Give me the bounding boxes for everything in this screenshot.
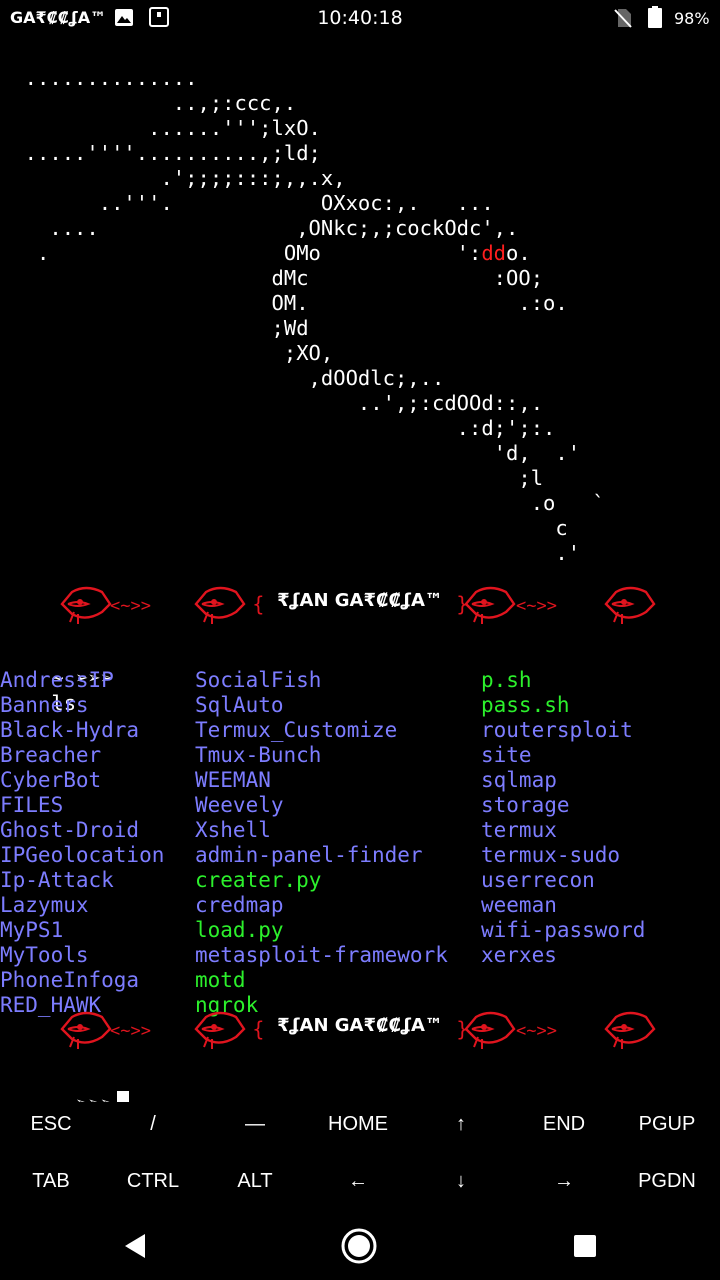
key-left[interactable]: ← bbox=[307, 1152, 409, 1210]
ascii-line: ;l bbox=[0, 466, 544, 490]
executable-entry: pass.sh bbox=[481, 693, 570, 717]
executable-entry: creater.py bbox=[195, 868, 322, 892]
directory-entry: Ghost-Droid bbox=[0, 818, 140, 842]
ascii-line: .o ` bbox=[0, 491, 605, 515]
key-slash[interactable]: / bbox=[102, 1095, 204, 1153]
back-icon[interactable] bbox=[115, 1226, 155, 1266]
navigation-bar bbox=[0, 1212, 720, 1280]
home-icon[interactable] bbox=[339, 1226, 379, 1266]
directory-entry: Ip-Attack bbox=[0, 868, 114, 892]
directory-entry: Termux_Customize bbox=[195, 718, 398, 742]
ascii-line-tail: o. bbox=[506, 241, 531, 265]
banner-text: ₹ʆAN GA₹₡₡ʆA™ bbox=[277, 590, 443, 611]
ascii-line: . OMo ': bbox=[0, 241, 482, 265]
listing-column-1: AndressIP Banners Black-Hydra Breacher Cyber… bbox=[0, 668, 164, 1018]
directory-entry: admin-panel-finder bbox=[195, 843, 423, 867]
key-dash[interactable]: — bbox=[204, 1095, 306, 1153]
directory-entry: metasploit-framework bbox=[195, 943, 448, 967]
directory-entry: SqlAuto bbox=[195, 693, 284, 717]
ascii-line: ,dOOdlc;,.. bbox=[0, 366, 445, 390]
key-esc[interactable]: ESC bbox=[0, 1095, 102, 1153]
banner-top: <~>>{} <~>> ₹ʆAN GA₹₡₡ʆA™ bbox=[60, 582, 660, 626]
directory-entry: Weevely bbox=[195, 793, 284, 817]
executable-entry: load.py bbox=[195, 918, 284, 942]
ascii-line: OM. .:o. bbox=[0, 291, 568, 315]
status-bar: GA₹₡₡ʆA™ 10:40:18 98% bbox=[0, 0, 720, 38]
directory-entry: Breacher bbox=[0, 743, 102, 767]
banner-bottom: <~>>{} <~>> ₹ʆAN GA₹₡₡ʆA™ bbox=[60, 1007, 660, 1051]
ascii-line: .';;;;:::;,,.x, bbox=[0, 166, 346, 190]
directory-entry: Banners bbox=[0, 693, 89, 717]
directory-entry: WEEMAN bbox=[195, 768, 271, 792]
ascii-line: ..'''. OXxoc:,. ... bbox=[0, 191, 494, 215]
key-up[interactable]: ↑ bbox=[410, 1095, 512, 1153]
ascii-line: c bbox=[0, 516, 568, 540]
directory-entry: MyPS1 bbox=[0, 918, 64, 942]
ascii-line: ..,;:ccc,. bbox=[0, 91, 297, 115]
listing-column-3: p.sh pass.sh routersploit site sqlmap storage… bbox=[481, 668, 645, 968]
directory-entry: storage bbox=[481, 793, 570, 817]
executable-entry: motd bbox=[195, 968, 246, 992]
extra-keys-bar: ESC / — HOME ↑ END PGUP TAB CTRL ALT ← ↓… bbox=[0, 1095, 720, 1211]
clock: 10:40:18 bbox=[317, 7, 403, 29]
directory-entry: SocialFish bbox=[195, 668, 322, 692]
directory-entry: Xshell bbox=[195, 818, 271, 842]
key-ctrl[interactable]: CTRL bbox=[102, 1152, 204, 1210]
recents-icon[interactable] bbox=[565, 1226, 605, 1266]
ascii-line: .....''''..........,;ld; bbox=[0, 141, 321, 165]
key-pgdn[interactable]: PGDN bbox=[616, 1152, 718, 1210]
key-home[interactable]: HOME bbox=[307, 1095, 409, 1153]
key-pgup[interactable]: PGUP bbox=[616, 1095, 718, 1153]
directory-entry: termux-sudo bbox=[481, 843, 621, 867]
directory-entry: sqlmap bbox=[481, 768, 557, 792]
key-tab[interactable]: TAB bbox=[0, 1152, 102, 1210]
ascii-line: .... ,ONkc;,;cockOdc',. bbox=[0, 216, 519, 240]
directory-entry: routersploit bbox=[481, 718, 633, 742]
ascii-line: ......''';lxO. bbox=[0, 116, 321, 140]
banner-text: ₹ʆAN GA₹₡₡ʆA™ bbox=[277, 1015, 443, 1036]
key-end[interactable]: END bbox=[513, 1095, 615, 1153]
listing-column-2: SocialFish SqlAuto Termux_Customize Tmux-Bu… bbox=[195, 668, 448, 1018]
directory-entry: IPGeolocation bbox=[0, 843, 165, 867]
executable-entry: p.sh bbox=[481, 668, 532, 692]
directory-entry: userrecon bbox=[481, 868, 595, 892]
directory-entry: credmap bbox=[195, 893, 284, 917]
key-right[interactable]: → bbox=[513, 1152, 615, 1210]
ascii-line: 'd, .' bbox=[0, 441, 581, 465]
directory-entry: FILES bbox=[0, 793, 64, 817]
ascii-red-fragment: dd bbox=[481, 241, 507, 265]
ascii-line: ;XO, bbox=[0, 341, 334, 365]
terminal-view[interactable]: .............. ..,;:ccc,. ......''';lxO.… bbox=[0, 42, 720, 1102]
ascii-line: .' bbox=[0, 541, 581, 565]
directory-entry: AndressIP bbox=[0, 668, 114, 692]
ascii-line: .:d;';:. bbox=[0, 416, 556, 440]
directory-entry: wifi-password bbox=[481, 918, 646, 942]
key-down[interactable]: ↓ bbox=[410, 1152, 512, 1210]
directory-entry: Tmux-Bunch bbox=[195, 743, 322, 767]
directory-entry: site bbox=[481, 743, 532, 767]
ascii-line: ;Wd bbox=[0, 316, 309, 340]
directory-entry: termux bbox=[481, 818, 557, 842]
directory-entry: Black-Hydra bbox=[0, 718, 140, 742]
battery-icon bbox=[648, 6, 662, 28]
directory-entry: CyberBot bbox=[0, 768, 102, 792]
ascii-line: .............. bbox=[0, 66, 198, 90]
directory-entry: xerxes bbox=[481, 943, 557, 967]
directory-entry: PhoneInfoga bbox=[0, 968, 140, 992]
key-alt[interactable]: ALT bbox=[204, 1152, 306, 1210]
ascii-line: dMc :OO; bbox=[0, 266, 544, 290]
battery-percent: 98% bbox=[674, 9, 710, 28]
directory-entry: Lazymux bbox=[0, 893, 89, 917]
directory-entry: weeman bbox=[481, 893, 557, 917]
no-sim-icon bbox=[614, 9, 632, 28]
ascii-line: ..',;:cdOOd::,. bbox=[0, 391, 544, 415]
ascii-art: .............. ..,;:ccc,. ......''';lxO.… bbox=[0, 66, 605, 566]
directory-entry: MyTools bbox=[0, 943, 89, 967]
